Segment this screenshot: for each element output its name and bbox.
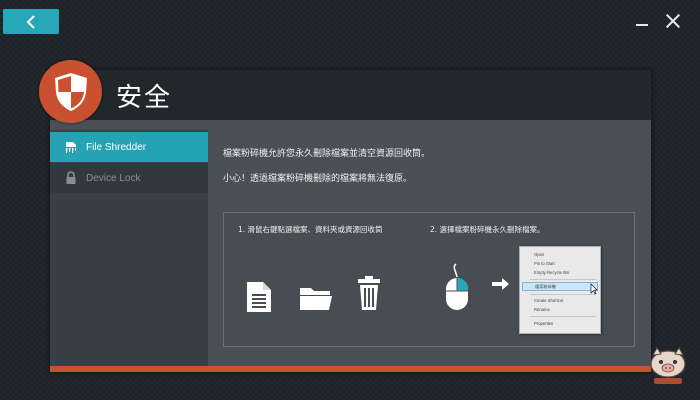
sidebar-item-device-lock[interactable]: Device Lock xyxy=(50,163,208,193)
file-icon xyxy=(247,282,271,312)
folder-icon xyxy=(300,288,332,310)
context-menu-item: Pin to Start xyxy=(534,261,555,266)
step-1-text: 1. 滑鼠右鍵點選檔案、資料夾或資源回收筒 xyxy=(238,225,383,234)
content-area: 檔案粉碎機允許您永久刪除檔案並清空資源回收筒。 小心！透過檔案粉碎機刪除的檔案將… xyxy=(208,120,651,366)
page-title: 安全 xyxy=(116,83,173,113)
back-button[interactable] xyxy=(3,9,59,34)
shredder-icon xyxy=(64,140,78,154)
shield-icon xyxy=(54,72,87,111)
context-menu-item: Empty Recycle Bin xyxy=(534,270,570,275)
context-menu-item: Create Shortcut xyxy=(534,298,564,303)
close-button[interactable] xyxy=(665,13,681,29)
minimize-button[interactable] xyxy=(634,13,650,29)
warning-text: 小心！透過檔案粉碎機刪除的檔案將無法復原。 xyxy=(223,174,413,184)
context-menu-item: Open xyxy=(534,252,545,257)
arrow-right-icon xyxy=(492,278,509,290)
panel-header: 安全 xyxy=(50,70,651,120)
watermark-logo-icon xyxy=(650,347,686,384)
main-panel: 安全 File Shredder Device Lock 檔案粉碎機允許您永久刪… xyxy=(50,70,651,372)
context-menu-item: Rename xyxy=(534,307,550,312)
sidebar: File Shredder Device Lock xyxy=(50,130,208,366)
accent-bar xyxy=(50,366,651,372)
back-arrow-icon xyxy=(26,14,35,29)
sidebar-item-label: File Shredder xyxy=(86,141,147,153)
cursor-icon xyxy=(590,283,598,295)
context-menu-item-highlighted: 檔案粉碎機 xyxy=(522,282,598,291)
sidebar-item-file-shredder[interactable]: File Shredder xyxy=(50,132,208,162)
step-2-text: 2. 選擇檔案粉碎機永久刪除檔案。 xyxy=(430,225,545,234)
sidebar-item-label: Device Lock xyxy=(86,172,141,184)
shield-badge xyxy=(39,60,102,123)
mouse-icon xyxy=(446,263,468,310)
context-menu-item: Properties xyxy=(534,321,554,326)
context-menu-illustration: Open Pin to Start Empty Recycle Bin 檔案粉碎… xyxy=(519,246,601,334)
instruction-box: 1. 滑鼠右鍵點選檔案、資料夾或資源回收筒 2. 選擇檔案粉碎機永久刪除檔案。 xyxy=(223,212,635,347)
lock-icon xyxy=(64,171,78,185)
description-text: 檔案粉碎機允許您永久刪除檔案並清空資源回收筒。 xyxy=(223,149,431,159)
recycle-bin-icon xyxy=(358,276,380,310)
